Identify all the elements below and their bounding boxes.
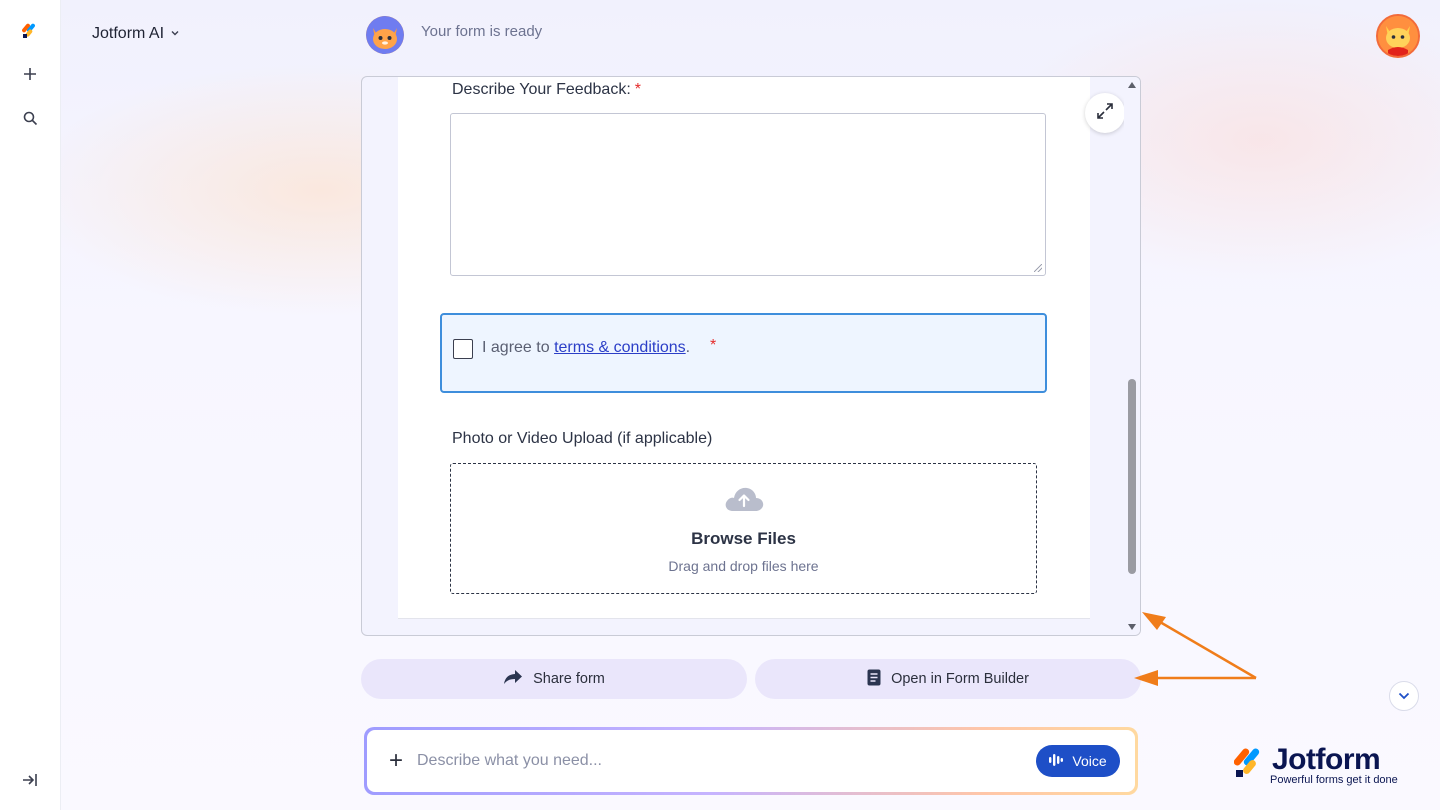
- model-selector[interactable]: Jotform AI: [92, 25, 180, 43]
- sidebar-rail: [0, 0, 61, 810]
- drag-drop-hint: Drag and drop files here: [668, 558, 819, 574]
- jotform-brand-logo: Jotform Powerful forms get it done: [1234, 743, 1409, 790]
- logo-wordmark: Jotform: [1272, 743, 1381, 776]
- voice-wave-icon: [1049, 753, 1064, 769]
- voice-button[interactable]: Voice: [1036, 745, 1120, 777]
- document-icon: [867, 669, 881, 690]
- terms-required-mark: *: [710, 337, 717, 354]
- agree-suffix: .: [685, 339, 691, 356]
- plus-icon[interactable]: [20, 64, 40, 84]
- form-canvas: Describe Your Feedback: * I agree to term…: [398, 77, 1090, 619]
- file-upload-dropzone[interactable]: Browse Files Drag and drop files here: [450, 463, 1037, 594]
- user-avatar[interactable]: [1376, 14, 1420, 58]
- terms-agreement-field[interactable]: I agree to terms & conditions. *: [440, 313, 1047, 393]
- chat-input-box: + Voice: [367, 730, 1135, 792]
- search-icon[interactable]: [20, 108, 40, 128]
- feedback-label-text: Describe Your Feedback:: [452, 81, 631, 98]
- chat-composer: + Voice: [364, 727, 1138, 795]
- terms-checkbox[interactable]: [453, 339, 473, 359]
- preview-scrollbar[interactable]: [1124, 77, 1140, 635]
- browse-files-title: Browse Files: [691, 529, 796, 548]
- share-form-label: Share form: [533, 671, 605, 687]
- form-preview[interactable]: Describe Your Feedback: * I agree to term…: [361, 76, 1141, 636]
- jotform-logo-icon[interactable]: [20, 20, 40, 40]
- terms-link[interactable]: terms & conditions: [554, 339, 686, 356]
- agree-prefix: I agree to: [482, 339, 550, 356]
- sidebar-collapse-icon[interactable]: [20, 770, 40, 790]
- logo-tagline: Powerful forms get it done: [1270, 774, 1398, 786]
- resize-handle-icon[interactable]: [1034, 264, 1042, 272]
- feedback-textarea[interactable]: [450, 113, 1046, 276]
- chat-input[interactable]: [417, 744, 977, 778]
- assistant-avatar: [366, 16, 404, 54]
- share-form-button[interactable]: Share form: [361, 659, 747, 699]
- jotform-logo-icon: [1234, 748, 1260, 777]
- cloud-upload-icon: [723, 484, 765, 519]
- upload-label: Photo or Video Upload (if applicable): [452, 430, 713, 447]
- scrollbar-thumb[interactable]: [1128, 379, 1136, 574]
- chevron-down-icon: [170, 25, 180, 43]
- open-form-builder-label: Open in Form Builder: [891, 671, 1029, 687]
- voice-label: Voice: [1072, 753, 1107, 769]
- assistant-message: Your form is ready: [421, 23, 543, 40]
- share-arrow-icon: [503, 669, 523, 689]
- scroll-up-arrow-icon[interactable]: [1128, 82, 1136, 88]
- scroll-down-arrow-icon[interactable]: [1128, 624, 1136, 630]
- brand-title-label: Jotform AI: [92, 25, 165, 42]
- feedback-label: Describe Your Feedback: *: [452, 81, 641, 99]
- required-mark: *: [634, 81, 642, 98]
- attach-plus-icon[interactable]: +: [389, 749, 403, 773]
- expand-preview-button[interactable]: [1085, 93, 1125, 133]
- chevron-down-icon: [1398, 687, 1410, 705]
- terms-agreement-text: I agree to terms & conditions.: [482, 339, 690, 357]
- scroll-to-bottom-button[interactable]: [1389, 681, 1419, 711]
- expand-icon: [1096, 102, 1114, 125]
- open-form-builder-button[interactable]: Open in Form Builder: [755, 659, 1141, 699]
